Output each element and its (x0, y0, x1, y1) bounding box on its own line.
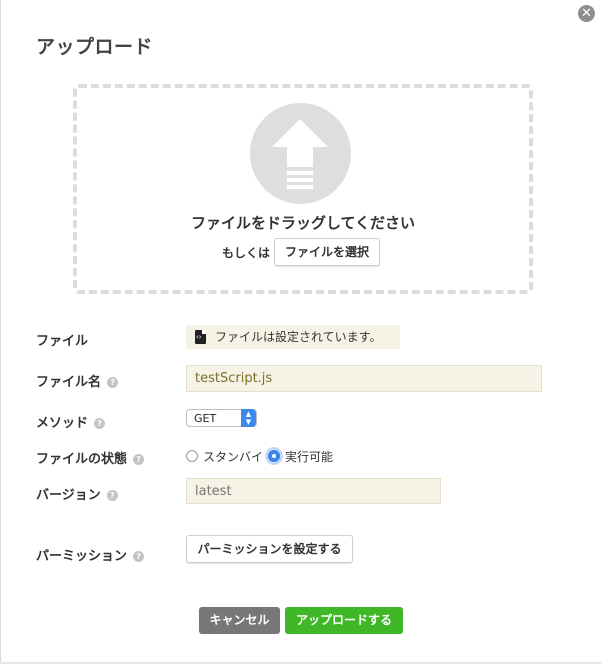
file-state-label: ファイルの状態? (36, 448, 145, 467)
select-file-button[interactable]: ファイルを選択 (274, 238, 380, 266)
help-icon[interactable]: ? (133, 551, 145, 562)
radio-standby-label: スタンバイ (203, 450, 264, 464)
radio-executable-label: 実行可能 (285, 450, 334, 464)
version-label: バージョン? (36, 484, 118, 503)
file-status-text: ファイルは設定されています。 (215, 330, 382, 344)
file-label: ファイル (36, 334, 89, 349)
select-arrows-icon: ▲ ▼ (241, 409, 256, 427)
method-selected-value: GET (194, 412, 217, 425)
help-icon[interactable]: ? (133, 454, 145, 465)
upload-arrow-icon (250, 103, 351, 204)
method-select[interactable]: GET ▲ ▼ (186, 409, 257, 427)
or-label: もしくは (222, 246, 271, 260)
dialog-title: アップロード (36, 36, 154, 58)
filename-input[interactable] (186, 365, 542, 392)
version-input[interactable] (186, 478, 441, 504)
help-icon[interactable]: ? (106, 490, 118, 501)
window-left-edge (0, 0, 1, 664)
code-brackets-icon: ‹› (196, 333, 202, 341)
set-permission-button[interactable]: パーミッションを設定する (186, 535, 353, 563)
radio-executable[interactable] (268, 450, 280, 462)
filename-label: ファイル名? (36, 371, 119, 390)
permission-label: パーミッション? (36, 545, 145, 564)
upload-button[interactable]: アップロードする (285, 607, 403, 634)
drop-instruction: ファイルをドラッグしてください (190, 214, 416, 232)
radio-standby[interactable] (186, 450, 198, 462)
help-icon[interactable]: ? (107, 377, 119, 388)
close-icon[interactable]: ✕ (578, 5, 595, 22)
cancel-button[interactable]: キャンセル (199, 607, 280, 634)
help-icon[interactable]: ? (94, 418, 106, 429)
method-label: メソッド? (36, 412, 106, 431)
file-status-box: ‹› ファイルは設定されています。 (186, 325, 400, 349)
